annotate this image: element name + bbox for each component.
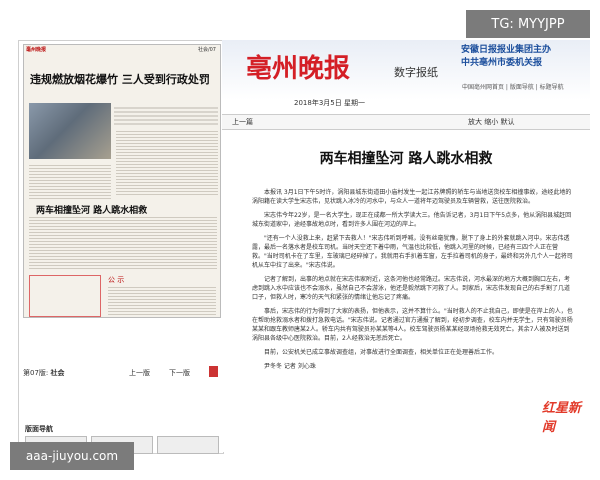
thumb-section-label: 社会/07 [197, 47, 216, 53]
page-label-name: 社会 [50, 369, 65, 377]
nav-page-thumbnail[interactable] [157, 436, 219, 454]
thumb-subheadline[interactable]: 两车相撞坠河 路人跳水相救 [36, 203, 147, 216]
zoom-controls[interactable]: 放大 缩小 默认 [468, 117, 514, 127]
article-title: 两车相撞坠河 路人跳水相救 [319, 151, 493, 167]
thumb-text-block [114, 105, 218, 125]
prev-article-link[interactable]: 上一篇 [232, 117, 253, 127]
page-label-prefix: 第07版: [23, 369, 49, 377]
thumb-photo [29, 103, 111, 159]
masthead: 亳州晚报 数字报纸 安徽日报报业集团主办 中共亳州市委机关报 中国亳州网首页 |… [222, 40, 590, 100]
thumb-notice: 公 示 [108, 276, 125, 284]
prev-page-link[interactable]: 上一版 [129, 368, 150, 378]
thumb-notice-box [29, 275, 101, 317]
thumb-text-block [108, 287, 216, 315]
article-paragraph: 目前，公安机关已成立事故调查组，对事故进行全面调查，相关单位正在处理善后工作。 [264, 349, 499, 356]
issue-date: 2018年3月5日 星期一 [294, 99, 365, 107]
thumb-headline[interactable]: 违规燃放烟花爆竹 三人受到行政处罚 [30, 71, 210, 87]
page-nav-title: 版面导航 [25, 425, 53, 433]
article-body: 本报讯 3月1日下午5时许，涡阳县城东街道田小庙村发生一起江苏牌照的轿车与当地送… [252, 188, 574, 376]
thumb-text-block [29, 217, 217, 269]
next-page-link[interactable]: 下一版 [169, 368, 190, 378]
publisher-line-1: 安徽日报报业集团主办 [461, 45, 552, 55]
pdf-icon[interactable] [209, 366, 218, 377]
article-paragraph: 宋志伟今年22岁，是一名大学生，现正在成都一所大学读大三。他告诉记者，3月1日下… [252, 212, 572, 228]
source-watermark: 红星新闻 [542, 401, 582, 435]
left-panel: 毫州晚报 社会/07 违规燃放烟花爆竹 三人受到行政处罚 两车相撞坠河 路人跳水… [18, 40, 224, 454]
thumb-text-block [29, 165, 111, 199]
newspaper-logo: 亳州晚报 [246, 54, 351, 84]
publisher-line-2: 中共亳州市委机关报 [461, 58, 543, 68]
site-watermark: aaa-jiuyou.com [10, 442, 134, 470]
article-paragraph: 记者了解到，出事的地点就在宋志伟家附近，这条河他也经常路过。宋志伟说，河水最深的… [252, 276, 571, 301]
top-nav-links[interactable]: 中国亳州网首页 | 版面导航 | 标题导航 [462, 82, 564, 91]
thumb-masthead: 毫州晚报 [26, 47, 47, 53]
thumb-text-block [116, 129, 218, 195]
article-paragraph: 本报讯 3月1日下午5时许，涡阳县城东街道田小庙村发生一起江苏牌照的轿车与当地送… [252, 189, 572, 205]
article-paragraph: 事后，宋志伟的行为得到了大家的表扬，但他表示，这并不算什么。"当时救人的不止我自… [252, 308, 573, 342]
page-label: 第07版: 社会 [23, 368, 65, 378]
newspaper-page-thumbnail[interactable]: 毫州晚报 社会/07 违规燃放烟花爆竹 三人受到行政处罚 两车相撞坠河 路人跳水… [23, 44, 221, 318]
article-toolbar: 上一篇 放大 缩小 默认 [222, 114, 590, 130]
article-paragraph: "还有一个人没救上来，赶紧下去救人！"宋志伟听到呼喊，没有丝毫犹豫，脱下了身上的… [252, 235, 573, 269]
logo-subtitle: 数字报纸 [394, 66, 438, 79]
reporter-byline: 尹冬冬 记者 刘心珠 [264, 363, 316, 370]
article-panel: 亳州晚报 数字报纸 安徽日报报业集团主办 中共亳州市委机关报 中国亳州网首页 |… [222, 40, 590, 452]
tg-watermark: TG: MYYJPP [466, 10, 590, 38]
